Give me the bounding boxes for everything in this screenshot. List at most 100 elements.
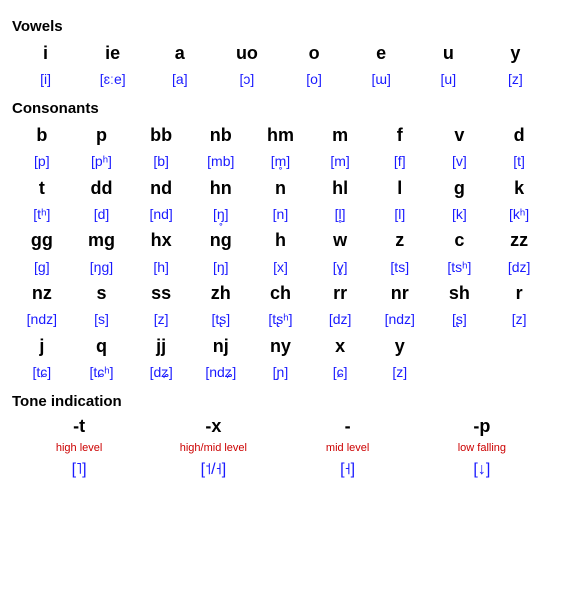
consonant-latin-3-3: zh <box>191 279 251 308</box>
vowel-latin-2: a <box>146 39 213 68</box>
vowels-section: Vowels iieauooeuy [i][ɛːe][a][ɔ][o][ɯ][u… <box>12 18 549 92</box>
tone-desc-1: high/mid level <box>146 439 280 457</box>
consonant-ipa-4-2: [dʑ] <box>131 361 191 385</box>
consonant-latin-3-4: ch <box>251 279 311 308</box>
vowel-ipa-row: [i][ɛːe][a][ɔ][o][ɯ][u][z] <box>12 68 549 92</box>
consonants-title: Consonants <box>12 100 549 117</box>
consonant-latin-2-1: mg <box>72 226 132 255</box>
tone-ipa-row: [˥][˦/˧][˧][↓] <box>12 457 549 481</box>
consonant-ipa-0-5: [m] <box>310 150 370 174</box>
vowel-latin-6: u <box>415 39 482 68</box>
vowel-latin-5: e <box>348 39 415 68</box>
consonant-latin-4-4: ny <box>251 332 311 361</box>
consonant-ipa-3-3: [tʂ] <box>191 308 251 332</box>
consonant-latin-3-7: sh <box>430 279 490 308</box>
consonant-ipa-3-4: [tʂʰ] <box>251 308 311 332</box>
consonant-ipa-1-2: [nd] <box>131 203 191 227</box>
consonant-ipa-2-3: [ŋ] <box>191 256 251 280</box>
consonant-latin-2-4: h <box>251 226 311 255</box>
tone-latin-row: -t-x--p <box>12 414 549 439</box>
consonant-latin-4-1: q <box>72 332 132 361</box>
consonant-latin-1-0: t <box>12 174 72 203</box>
consonant-latin-row-3: nzssszhchrrnrshr <box>12 279 549 308</box>
tone-table: -t-x--phigh levelhigh/mid levelmid level… <box>12 414 549 481</box>
consonant-latin-3-6: nr <box>370 279 430 308</box>
consonant-ipa-2-0: [g] <box>12 256 72 280</box>
tone-ipa-1: [˦/˧] <box>146 457 280 481</box>
consonant-latin-4-7 <box>430 332 490 361</box>
consonant-latin-row-0: bpbbnbhmmfvd <box>12 121 549 150</box>
tone-desc-0: high level <box>12 439 146 457</box>
consonant-latin-2-2: hx <box>131 226 191 255</box>
consonant-ipa-0-7: [v] <box>430 150 490 174</box>
vowel-latin-0: i <box>12 39 79 68</box>
tone-latin-2: - <box>281 414 415 439</box>
tone-ipa-0: [˥] <box>12 457 146 481</box>
vowel-ipa-5: [ɯ] <box>348 68 415 92</box>
consonant-latin-row-4: jqjjnjnyxy <box>12 332 549 361</box>
consonant-latin-2-5: w <box>310 226 370 255</box>
consonant-latin-1-1: dd <box>72 174 132 203</box>
consonant-latin-3-8: r <box>489 279 549 308</box>
consonant-ipa-2-8: [dz] <box>489 256 549 280</box>
consonant-latin-1-6: l <box>370 174 430 203</box>
vowel-ipa-4: [o] <box>281 68 348 92</box>
consonant-latin-1-5: hl <box>310 174 370 203</box>
consonant-ipa-4-6: [z] <box>370 361 430 385</box>
consonant-ipa-row-0: [p][pʰ][b][mb][m̥][m][f][v][t] <box>12 150 549 174</box>
vowel-ipa-6: [u] <box>415 68 482 92</box>
consonant-ipa-3-8: [z] <box>489 308 549 332</box>
consonant-ipa-3-1: [s] <box>72 308 132 332</box>
consonant-latin-row-2: ggmghxnghwzczz <box>12 226 549 255</box>
consonant-latin-2-0: gg <box>12 226 72 255</box>
consonant-ipa-2-2: [h] <box>131 256 191 280</box>
consonant-latin-4-5: x <box>310 332 370 361</box>
consonant-latin-3-2: ss <box>131 279 191 308</box>
consonant-ipa-3-0: [ndz] <box>12 308 72 332</box>
vowel-ipa-3: [ɔ] <box>213 68 280 92</box>
vowel-latin-3: uo <box>213 39 280 68</box>
consonant-ipa-row-3: [ndz][s][z][tʂ][tʂʰ][dz][ndz][ʂ][z] <box>12 308 549 332</box>
consonant-latin-3-1: s <box>72 279 132 308</box>
consonant-ipa-row-1: [tʰ][d][nd][ŋ̥][n][l̥][l][k][kʰ] <box>12 203 549 227</box>
tone-latin-3: -p <box>415 414 549 439</box>
consonant-ipa-4-5: [ɕ] <box>310 361 370 385</box>
consonant-latin-0-6: f <box>370 121 430 150</box>
tone-title: Tone indication <box>12 393 549 410</box>
consonant-latin-0-4: hm <box>251 121 311 150</box>
consonant-latin-2-8: zz <box>489 226 549 255</box>
consonant-ipa-2-5: [ɣ] <box>310 256 370 280</box>
consonant-ipa-0-6: [f] <box>370 150 430 174</box>
consonant-latin-4-0: j <box>12 332 72 361</box>
consonant-ipa-4-0: [tɕ] <box>12 361 72 385</box>
consonant-latin-2-3: ng <box>191 226 251 255</box>
consonant-ipa-1-8: [kʰ] <box>489 203 549 227</box>
consonant-ipa-0-0: [p] <box>12 150 72 174</box>
consonant-ipa-1-4: [n] <box>251 203 311 227</box>
consonant-latin-1-4: n <box>251 174 311 203</box>
consonant-latin-2-6: z <box>370 226 430 255</box>
consonant-latin-1-8: k <box>489 174 549 203</box>
consonant-latin-4-6: y <box>370 332 430 361</box>
consonant-latin-2-7: c <box>430 226 490 255</box>
consonant-latin-0-8: d <box>489 121 549 150</box>
consonants-table: bpbbnbhmmfvd[p][pʰ][b][mb][m̥][m][f][v][… <box>12 121 549 385</box>
consonant-ipa-1-1: [d] <box>72 203 132 227</box>
consonant-latin-1-2: nd <box>131 174 191 203</box>
consonant-latin-0-1: p <box>72 121 132 150</box>
consonant-ipa-3-2: [z] <box>131 308 191 332</box>
consonant-ipa-row-4: [tɕ][tɕʰ][dʑ][ndʑ][ɲ][ɕ][z] <box>12 361 549 385</box>
consonant-ipa-4-8 <box>489 361 549 385</box>
consonant-ipa-row-2: [g][ŋg][h][ŋ][x][ɣ][ts][tsʰ][dz] <box>12 256 549 280</box>
consonant-latin-3-5: rr <box>310 279 370 308</box>
consonant-latin-0-7: v <box>430 121 490 150</box>
consonant-ipa-0-8: [t] <box>489 150 549 174</box>
consonant-latin-3-0: nz <box>12 279 72 308</box>
consonant-latin-1-3: hn <box>191 174 251 203</box>
consonant-ipa-2-6: [ts] <box>370 256 430 280</box>
tone-desc-row: high levelhigh/mid levelmid levellow fal… <box>12 439 549 457</box>
consonant-latin-1-7: g <box>430 174 490 203</box>
vowel-ipa-1: [ɛːe] <box>79 68 146 92</box>
consonant-ipa-2-7: [tsʰ] <box>430 256 490 280</box>
vowel-ipa-2: [a] <box>146 68 213 92</box>
